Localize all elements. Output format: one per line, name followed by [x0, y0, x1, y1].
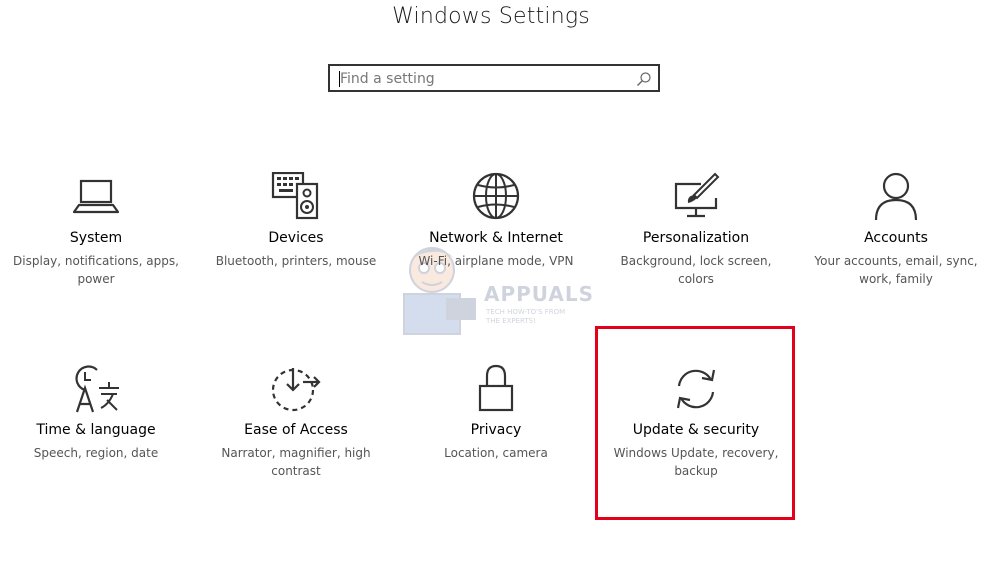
tile-label: Personalization: [642, 230, 750, 246]
tile-privacy[interactable]: Privacy Location, camera: [406, 364, 586, 514]
tile-ease-of-access[interactable]: Ease of Access Narrator, magnifier, high…: [206, 364, 386, 514]
sync-arrows-icon: [671, 364, 721, 414]
paintbrush-monitor-icon: [671, 172, 721, 222]
tile-label: Time & language: [36, 422, 156, 438]
tile-description: Background, lock screen, colors: [620, 254, 772, 286]
tile-personalization[interactable]: Personalization Background, lock screen,…: [606, 172, 786, 322]
person-icon: [871, 172, 921, 222]
ease-of-access-icon: [271, 364, 321, 414]
tile-label: Network & Internet: [429, 230, 563, 246]
tile-description: Your accounts, email, sync, work, family: [814, 254, 978, 286]
tile-description: Display, notifications, apps, power: [13, 254, 179, 286]
settings-window: Windows Settings APPUALS TECH HOW-TO'S F…: [0, 0, 982, 582]
tile-description: Bluetooth, printers, mouse: [215, 254, 377, 268]
search-input[interactable]: [340, 69, 630, 89]
search-box[interactable]: [328, 64, 660, 92]
tile-description: Speech, region, date: [33, 446, 159, 460]
tile-devices[interactable]: Devices Bluetooth, printers, mouse: [206, 171, 386, 322]
tile-label: Devices: [268, 230, 324, 246]
globe-icon: [471, 172, 521, 222]
laptop-icon: [71, 172, 121, 222]
tile-description: Location, camera: [444, 446, 548, 460]
tile-label: Accounts: [864, 230, 928, 246]
tile-label: Privacy: [470, 422, 522, 438]
page-title: Windows Settings: [392, 4, 590, 29]
tile-label: Update & security: [632, 422, 760, 438]
tile-label: Ease of Access: [244, 422, 348, 438]
tile-time-language[interactable]: Time & language Speech, region, date: [6, 364, 186, 514]
search-icon[interactable]: [636, 71, 652, 87]
lock-icon: [471, 364, 521, 414]
tile-description: Wi-Fi, airplane mode, VPN: [418, 254, 574, 268]
tile-accounts[interactable]: Accounts Your accounts, email, sync, wor…: [806, 172, 982, 322]
tile-network-internet[interactable]: Network & Internet Wi-Fi, airplane mode,…: [406, 172, 586, 322]
tile-update-security[interactable]: Update & security Windows Update, recove…: [606, 364, 786, 514]
tile-description: Windows Update, recovery, backup: [613, 446, 779, 478]
tile-description: Narrator, magnifier, high contrast: [221, 446, 371, 478]
time-language-icon: [71, 364, 121, 414]
devices-icon: [271, 171, 321, 222]
tile-label: System: [69, 230, 123, 246]
tile-system[interactable]: System Display, notifications, apps, pow…: [6, 172, 186, 322]
